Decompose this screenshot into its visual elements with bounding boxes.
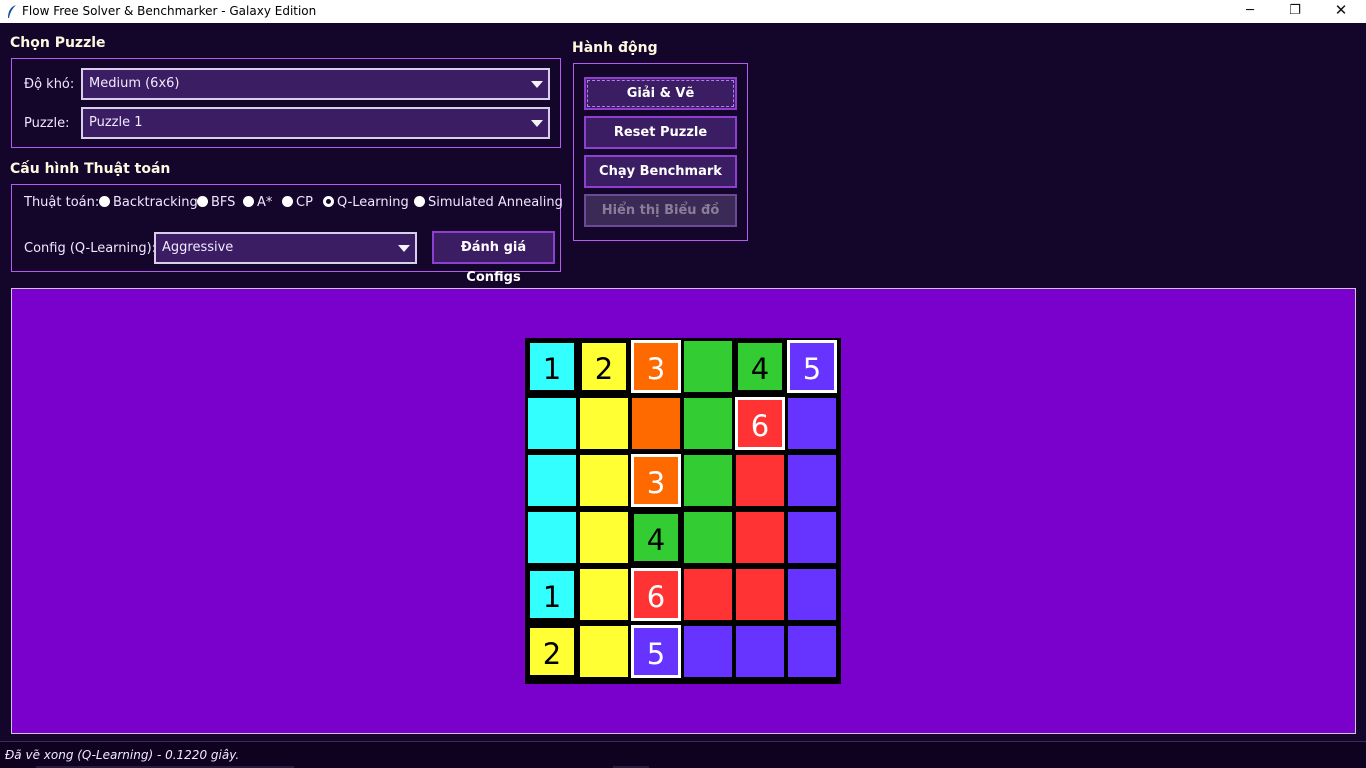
run-benchmark-button[interactable]: Chạy Benchmark Suite [584, 155, 737, 209]
config-select[interactable]: Aggressive [154, 232, 417, 264]
endpoint-cell: 2 [527, 625, 577, 678]
actions-title: Hành động [572, 40, 658, 56]
reset-puzzle-button[interactable]: Reset Puzzle [584, 116, 737, 149]
path-cell [631, 397, 681, 450]
path-cell [683, 568, 733, 621]
endpoint-cell: 2 [579, 340, 629, 393]
status-text: Đã vẽ xong (Q-Learning) - 0.1220 giây. [5, 748, 240, 762]
status-bar: Đã vẽ xong (Q-Learning) - 0.1220 giây. [0, 741, 1366, 768]
radio-astar[interactable]: A* [243, 195, 272, 211]
difficulty-select[interactable]: Medium (6x6) [81, 68, 550, 100]
radio-dot [243, 196, 254, 207]
config-value: Aggressive [162, 240, 234, 255]
endpoint-cell: 6 [735, 397, 785, 450]
puzzle-board: 123456341625 [525, 338, 841, 684]
solve-draw-button[interactable]: Giải & Vẽ [584, 77, 737, 110]
algorithm-config-title: Cấu hình Thuật toán [10, 161, 171, 177]
evaluate-configs-button[interactable]: Đánh giá Configs [432, 231, 555, 285]
path-cell [735, 511, 785, 564]
path-cell [579, 454, 629, 507]
path-cell [683, 340, 733, 393]
select-puzzle-title: Chọn Puzzle [10, 35, 106, 51]
path-cell [787, 625, 837, 678]
endpoint-cell: 1 [527, 568, 577, 621]
radio-dot [414, 196, 425, 207]
chevron-down-icon [398, 245, 410, 252]
radio-simulated-annealing[interactable]: Simulated Annealing [414, 195, 563, 211]
chevron-down-icon [531, 81, 543, 88]
puzzle-value: Puzzle 1 [89, 115, 143, 130]
path-cell [787, 568, 837, 621]
difficulty-label: Độ khó: [24, 77, 75, 92]
window-titlebar: Flow Free Solver & Benchmarker - Galaxy … [0, 0, 1366, 23]
feather-icon [6, 4, 18, 19]
endpoint-cell: 4 [735, 340, 785, 393]
radio-dot-selected [323, 196, 334, 207]
endpoint-cell: 3 [631, 454, 681, 507]
path-cell [527, 454, 577, 507]
path-cell [683, 625, 733, 678]
endpoint-cell: 4 [631, 511, 681, 564]
show-chart-button: Hiển thị Biểu đồ [584, 194, 737, 227]
path-cell [787, 397, 837, 450]
radio-backtracking[interactable]: Backtracking [99, 195, 198, 211]
maximize-button[interactable]: ❐ [1272, 0, 1318, 23]
radio-cp[interactable]: CP [282, 195, 313, 211]
puzzle-select[interactable]: Puzzle 1 [81, 107, 550, 139]
path-cell [683, 397, 733, 450]
path-cell [527, 397, 577, 450]
minimize-button[interactable]: ─ [1227, 0, 1273, 23]
path-cell [735, 625, 785, 678]
radio-dot [197, 196, 208, 207]
chevron-down-icon [531, 120, 543, 127]
endpoint-cell: 6 [631, 568, 681, 621]
difficulty-value: Medium (6x6) [89, 76, 180, 91]
endpoint-cell: 1 [527, 340, 577, 393]
path-cell [527, 511, 577, 564]
window-title: Flow Free Solver & Benchmarker - Galaxy … [22, 4, 317, 18]
radio-dot [99, 196, 110, 207]
puzzle-label: Puzzle: [24, 116, 70, 131]
config-label: Config (Q-Learning): [24, 241, 157, 256]
endpoint-cell: 3 [631, 340, 681, 393]
path-cell [787, 511, 837, 564]
radio-bfs[interactable]: BFS [197, 195, 235, 211]
algorithm-label: Thuật toán: [24, 195, 100, 210]
path-cell [579, 625, 629, 678]
path-cell [683, 511, 733, 564]
path-cell [579, 397, 629, 450]
radio-q-learning[interactable]: Q-Learning [323, 195, 409, 211]
endpoint-cell: 5 [787, 340, 837, 393]
close-button[interactable]: ✕ [1318, 0, 1364, 23]
endpoint-cell: 5 [631, 625, 681, 678]
path-cell [735, 568, 785, 621]
path-cell [787, 454, 837, 507]
path-cell [683, 454, 733, 507]
radio-dot [282, 196, 293, 207]
path-cell [579, 511, 629, 564]
path-cell [735, 454, 785, 507]
path-cell [579, 568, 629, 621]
